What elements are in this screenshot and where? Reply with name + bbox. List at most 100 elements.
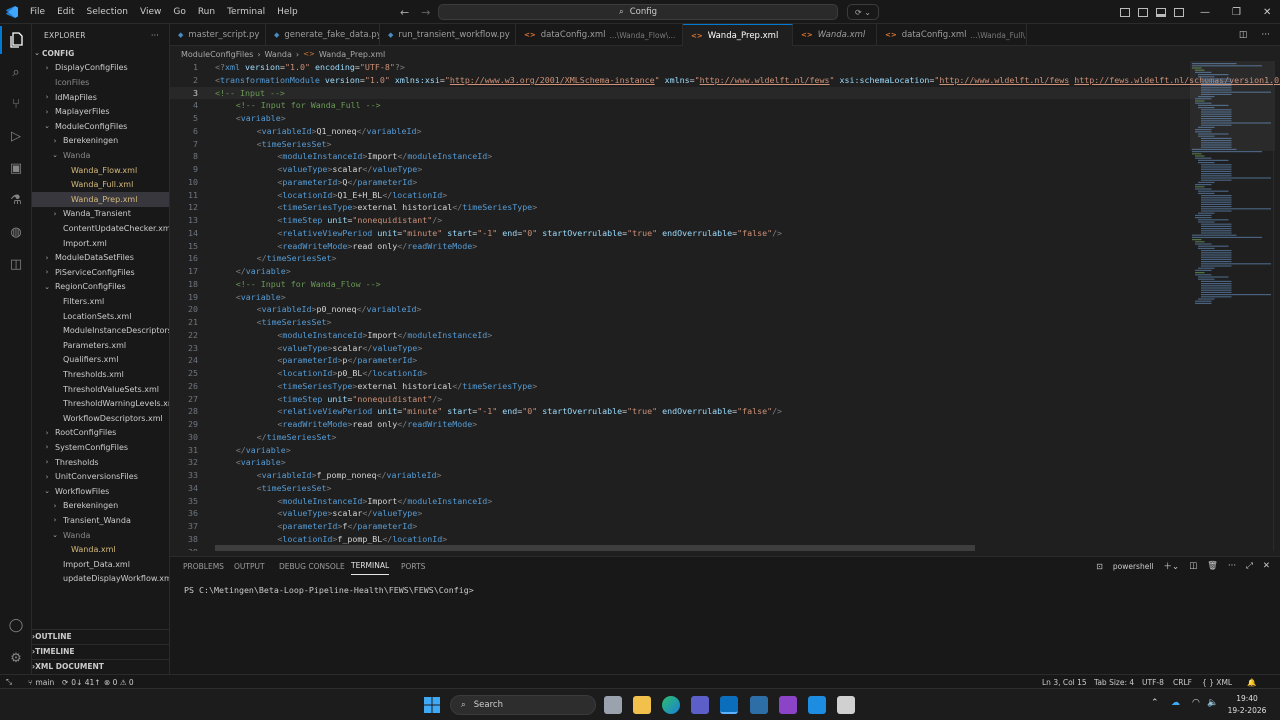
end-of-line[interactable]: CRLF	[1173, 675, 1192, 689]
code-line[interactable]: 25 <locationId>p0_BL</locationId>	[170, 367, 1210, 380]
panel-tab-terminal[interactable]: TERMINAL	[351, 557, 390, 575]
testing-icon[interactable]: ⚗	[0, 186, 32, 214]
tree-item[interactable]: LocationSets.xml	[32, 309, 169, 324]
code-line[interactable]: 31 </variable>	[170, 444, 1210, 457]
panel-tab-problems[interactable]: PROBLEMS	[183, 557, 224, 575]
close-panel-icon[interactable]: ✕	[1263, 561, 1270, 571]
code-line[interactable]: 10 <parameterId>Q</parameterId>	[170, 176, 1210, 189]
horizontal-scrollbar[interactable]	[215, 545, 975, 551]
app-icon[interactable]	[837, 696, 855, 714]
tree-item[interactable]: › UnitConversionsFiles	[32, 469, 169, 484]
terminal-prompt[interactable]: PS C:\Metingen\Beta-Loop-Pipeline-Health…	[184, 585, 474, 595]
section-timeline[interactable]: › TIMELINE	[32, 644, 169, 659]
forward-arrow-icon[interactable]: →	[421, 6, 430, 19]
panel-tab-debug-console[interactable]: DEBUG CONSOLE	[279, 557, 345, 575]
editor-tab[interactable]: <> dataConfig.xml ...\Wanda_Full\...	[877, 24, 1027, 46]
code-line[interactable]: 4 <!-- Input for Wanda_Full -->	[170, 99, 1210, 112]
tree-item[interactable]: ThresholdValueSets.xml	[32, 382, 169, 397]
code-line[interactable]: 16 </timeSeriesSet>	[170, 252, 1210, 265]
editor-tab[interactable]: ◆ run_transient_workflow.py	[380, 24, 516, 46]
task-view-icon[interactable]	[604, 696, 622, 714]
layout-sidebar-left-icon[interactable]	[1120, 7, 1130, 17]
tree-item[interactable]: Wanda.xml	[32, 542, 169, 557]
code-line[interactable]: 1 <?xml version="1.0" encoding="UTF-8"?>	[170, 61, 1210, 74]
taskbar-clock[interactable]: 19:40 19-2-2026	[1222, 693, 1272, 717]
code-line[interactable]: 38 <locationId>f_pomp_BL</locationId>	[170, 533, 1210, 546]
sync-status[interactable]: ⟳ 0↓ 41↑	[62, 675, 101, 689]
menu-view[interactable]: View	[134, 0, 167, 24]
tray-chevron-up-icon[interactable]: ⌃	[1151, 698, 1159, 708]
code-line[interactable]: 37 <parameterId>f</parameterId>	[170, 520, 1210, 533]
tree-item[interactable]: WorkflowDescriptors.xml	[32, 411, 169, 426]
tree-item[interactable]: ThresholdWarningLevels.xml	[32, 396, 169, 411]
command-center[interactable]: ⌕ Config	[438, 4, 838, 20]
code-line[interactable]: 7 <timeSeriesSet>	[170, 138, 1210, 151]
code-line[interactable]: 29 <readWriteMode>read only</readWriteMod…	[170, 418, 1210, 431]
tree-item[interactable]: Filters.xml	[32, 294, 169, 309]
layout-editor-icon[interactable]	[1138, 7, 1148, 17]
python-icon[interactable]: ◍	[0, 218, 32, 246]
code-line[interactable]: 21 <timeSeriesSet>	[170, 316, 1210, 329]
code-line[interactable]: 23 <valueType>scalar</valueType>	[170, 342, 1210, 355]
problems-status[interactable]: ⊗ 0 ⚠ 0	[104, 675, 134, 689]
wifi-icon[interactable]: ◠	[1192, 698, 1200, 708]
code-line[interactable]: 33 <variableId>f_pomp_noneq</variableId>	[170, 469, 1210, 482]
tree-item[interactable]: updateDisplayWorkflow.xml	[32, 572, 169, 587]
code-line[interactable]: 8 <moduleInstanceId>Import</moduleInstanc…	[170, 150, 1210, 163]
tree-item[interactable]: › Wanda_Transient	[32, 207, 169, 222]
tree-item[interactable]: › IdMapFiles	[32, 90, 169, 105]
tree-item[interactable]: Import.xml	[32, 236, 169, 251]
editor-tab[interactable]: ◆ master_script.py	[170, 24, 266, 46]
back-arrow-icon[interactable]: ←	[400, 6, 409, 19]
minimize-icon[interactable]: —	[1200, 7, 1210, 18]
tree-item[interactable]: › ModuleDataSetFiles	[32, 250, 169, 265]
kill-terminal-icon[interactable]: 🗑	[1207, 561, 1218, 571]
panel-tab-ports[interactable]: PORTS	[401, 557, 425, 575]
tree-item[interactable]: ⌄ WorkflowFiles	[32, 484, 169, 499]
terminal-name[interactable]: powershell	[1113, 562, 1154, 571]
code-line[interactable]: 30 </timeSeriesSet>	[170, 431, 1210, 444]
app-icon[interactable]	[779, 696, 797, 714]
tree-item[interactable]: › Transient_Wanda	[32, 513, 169, 528]
source-control-icon[interactable]: ⑂	[0, 90, 32, 118]
layout-sidebar-right-icon[interactable]	[1174, 7, 1184, 17]
copilot-button[interactable]: ⟳ ⌄	[847, 4, 879, 20]
new-terminal-icon[interactable]: ＋⌄	[1164, 560, 1180, 572]
menu-help[interactable]: Help	[271, 0, 304, 24]
tree-item[interactable]: Parameters.xml	[32, 338, 169, 353]
code-line[interactable]: 28 <relativeViewPeriod unit="minute" star…	[170, 405, 1210, 418]
breadcrumb-item[interactable]: Wanda	[265, 50, 292, 59]
code-line[interactable]: 22 <moduleInstanceId>Import</moduleInstan…	[170, 329, 1210, 342]
section-xml-document[interactable]: › XML DOCUMENT	[32, 659, 169, 674]
git-branch[interactable]: ⑂ main	[28, 675, 54, 689]
tree-item[interactable]: Import_Data.xml	[32, 557, 169, 572]
menu-run[interactable]: Run	[192, 0, 221, 24]
code-line[interactable]: 18 <!-- Input for Wanda_Flow -->	[170, 278, 1210, 291]
code-editor[interactable]: 1 <?xml version="1.0" encoding="UTF-8"?> 2…	[170, 61, 1280, 551]
code-line[interactable]: 26 <timeSeriesType>external historical</t…	[170, 380, 1210, 393]
code-line[interactable]: 3 <!-- Input -->	[170, 86, 1210, 100]
file-explorer-icon[interactable]	[633, 696, 651, 714]
code-line[interactable]: 6 <variableId>Q1_noneq</variableId>	[170, 125, 1210, 138]
vscode-taskbar-icon[interactable]	[720, 696, 738, 714]
code-line[interactable]: 35 <moduleInstanceId>Import</moduleInstan…	[170, 495, 1210, 508]
remote-indicator-icon[interactable]: ⤡	[6, 675, 12, 689]
volume-icon[interactable]: 🔈	[1207, 698, 1218, 708]
code-line[interactable]: 32 <variable>	[170, 456, 1210, 469]
more-actions-icon[interactable]: ···	[151, 31, 159, 40]
code-line[interactable]: 9 <valueType>scalar</valueType>	[170, 163, 1210, 176]
more-actions-icon[interactable]: ···	[1261, 30, 1270, 40]
tree-item[interactable]: Qualifiers.xml	[32, 353, 169, 368]
editor-tab[interactable]: <> Wanda.xml	[793, 24, 877, 46]
code-line[interactable]: 11 <locationId>Q1_E+H_BL</locationId>	[170, 189, 1210, 202]
tree-item[interactable]: › PiServiceConfigFiles	[32, 265, 169, 280]
teams-icon[interactable]	[691, 696, 709, 714]
tree-item[interactable]: ⌄ RegionConfigFiles	[32, 280, 169, 295]
tree-item[interactable]: ⌄ Wanda	[32, 528, 169, 543]
code-line[interactable]: 2 <transformationModule version="1.0" xml…	[170, 74, 1280, 87]
breadcrumb-item[interactable]: ModuleConfigFiles	[181, 50, 253, 59]
app-icon[interactable]	[750, 696, 768, 714]
tree-item[interactable]: › RootConfigFiles	[32, 426, 169, 441]
close-icon[interactable]: ✕	[1263, 7, 1271, 18]
code-line[interactable]: 36 <valueType>scalar</valueType>	[170, 507, 1210, 520]
